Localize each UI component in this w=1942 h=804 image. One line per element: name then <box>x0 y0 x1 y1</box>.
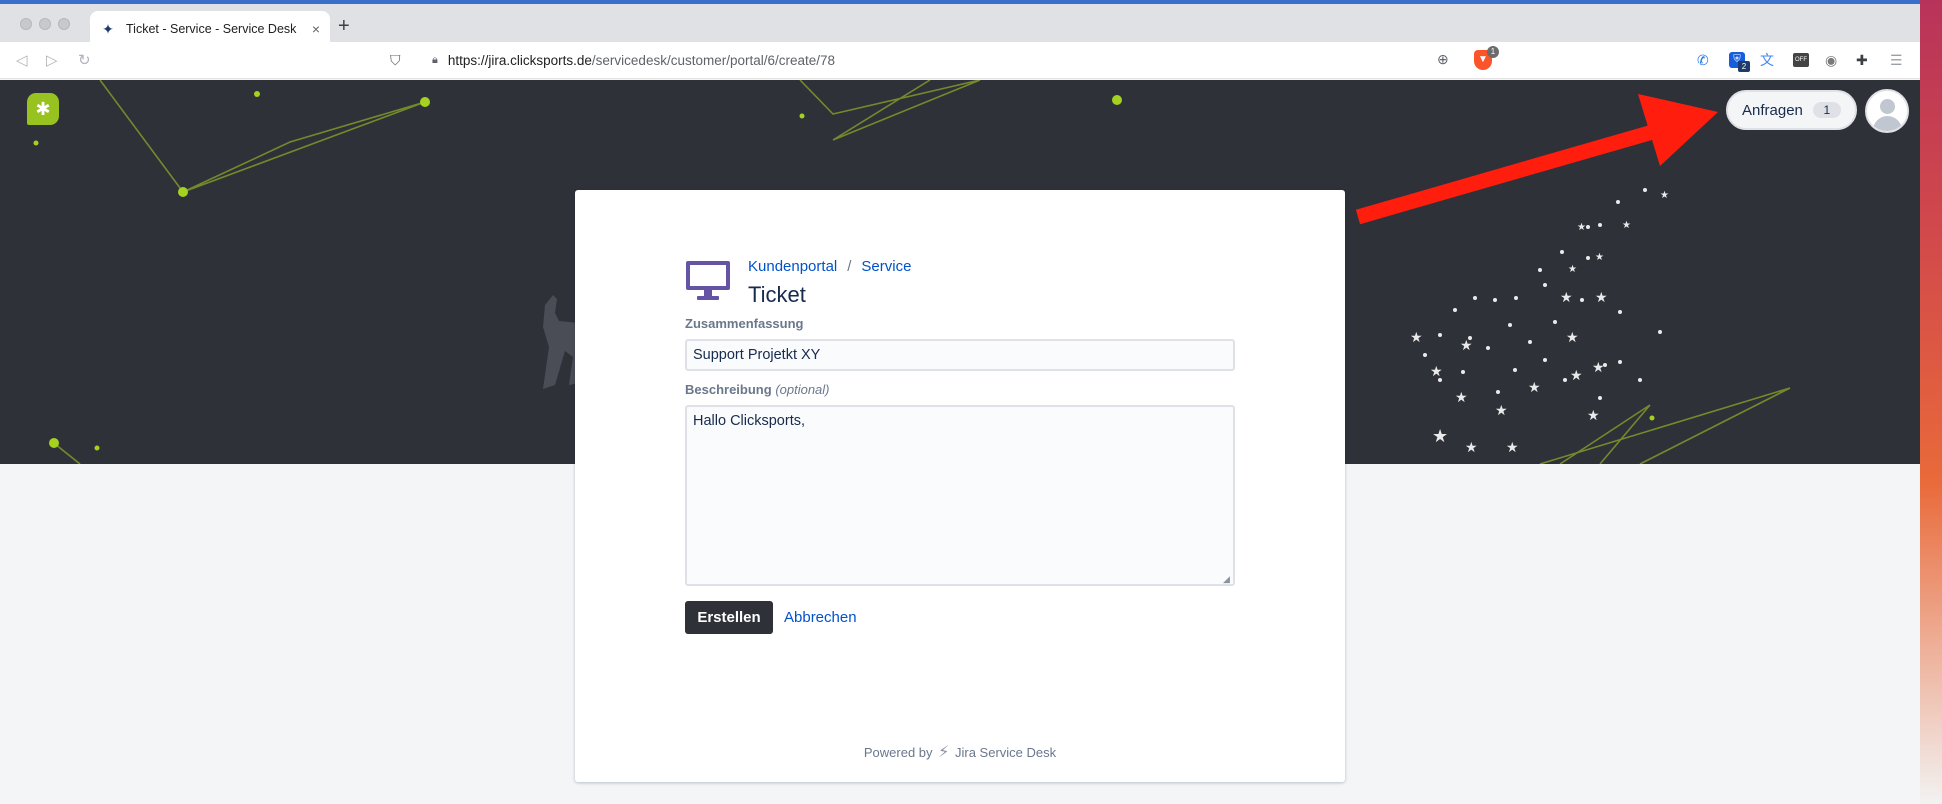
reload-icon[interactable]: ↻ <box>78 51 91 69</box>
svg-text:★: ★ <box>1495 403 1508 419</box>
svg-text:★: ★ <box>1595 252 1604 263</box>
camera-extension-icon[interactable]: ◉ <box>1825 52 1837 68</box>
clicksports-logo-icon[interactable]: ✱ <box>27 93 59 125</box>
breadcrumb-separator: / <box>847 258 852 275</box>
summary-input[interactable] <box>685 339 1235 371</box>
user-avatar[interactable] <box>1865 89 1909 133</box>
window-zoom-dot[interactable] <box>58 18 70 30</box>
svg-text:★: ★ <box>1465 440 1478 456</box>
back-icon[interactable]: ◁ <box>16 51 28 69</box>
translate-extension-icon[interactable]: 文 <box>1760 52 1774 68</box>
window-minimize-dot[interactable] <box>39 18 51 30</box>
svg-text:★: ★ <box>1568 264 1577 275</box>
monitor-icon <box>686 261 730 300</box>
breadcrumb: Kundenportal / Service <box>748 258 911 275</box>
address-bar[interactable]: 🔒︎ https://jira.clicksports.de/servicede… <box>420 47 1498 74</box>
powered-by-text: Powered by <box>863 745 933 760</box>
extensions-puzzle-icon[interactable]: ✚ <box>1856 52 1868 68</box>
svg-text:★: ★ <box>1592 360 1605 376</box>
svg-text:★: ★ <box>1577 222 1586 233</box>
svg-text:★: ★ <box>1587 408 1600 424</box>
jira-favicon-icon: ✦ <box>102 20 114 37</box>
url-path: /servicedesk/customer/portal/6/create/78 <box>591 53 836 68</box>
svg-text:★: ★ <box>1506 440 1519 456</box>
summary-label: Zusammenfassung <box>685 316 804 331</box>
textarea-resize-handle-icon[interactable]: ◢ <box>1223 574 1230 585</box>
svg-text:★: ★ <box>1528 380 1541 396</box>
new-tab-button[interactable]: + <box>338 16 350 36</box>
url-host: https://jira.clicksports.de <box>447 53 592 68</box>
zoom-icon[interactable]: ⊕ <box>1437 51 1449 68</box>
svg-text:★: ★ <box>1660 190 1669 201</box>
requests-button[interactable]: Anfragen 1 <box>1726 90 1857 130</box>
svg-text:★: ★ <box>1432 426 1448 447</box>
off-extension-icon[interactable]: OFF <box>1793 53 1809 67</box>
browser-tab-active[interactable]: ✦ Ticket - Service - Service Desk × <box>90 11 330 46</box>
browser-tab-bar: ✦ Ticket - Service - Service Desk × + <box>0 0 1920 46</box>
window-close-dot[interactable] <box>20 18 32 30</box>
page-title: Ticket <box>748 282 806 307</box>
description-label-text: Beschreibung <box>685 382 772 397</box>
svg-text:★: ★ <box>1455 390 1468 406</box>
forward-icon[interactable]: ▷ <box>46 51 58 69</box>
breadcrumb-service-link[interactable]: Service <box>861 258 911 275</box>
svg-text:★: ★ <box>1410 330 1423 346</box>
cancel-link[interactable]: Abbrechen <box>784 609 857 626</box>
description-label: Beschreibung (optional) <box>685 382 830 397</box>
lock-icon: 🔒︎ <box>432 54 438 66</box>
tab-close-icon[interactable]: × <box>312 21 320 37</box>
tab-title: Ticket - Service - Service Desk <box>126 21 297 36</box>
bitwarden-badge: 2 <box>1738 61 1750 72</box>
powered-by-footer: Powered by ⚡︎ Jira Service Desk <box>575 742 1345 762</box>
requests-label: Anfragen <box>1742 101 1803 119</box>
create-button[interactable]: Erstellen <box>685 601 773 634</box>
description-textarea[interactable]: Hallo Clicksports, <box>685 405 1235 586</box>
request-form-card: Kundenportal / Service Ticket Zusammenfass… <box>575 190 1345 782</box>
svg-text:★: ★ <box>1570 368 1583 384</box>
desktop-background <box>1920 0 1942 804</box>
url-text: https://jira.clicksports.de/servicedesk/… <box>448 53 835 68</box>
svg-text:★: ★ <box>1595 290 1608 306</box>
phone-extension-icon[interactable]: ✆ <box>1697 52 1709 68</box>
svg-text:★: ★ <box>1566 330 1579 346</box>
jira-service-desk-logo-icon: ⚡︎ <box>938 744 950 761</box>
description-optional-hint: (optional) <box>775 382 830 397</box>
brave-shields-badge: 1 <box>1487 46 1499 58</box>
svg-text:★: ★ <box>1560 290 1573 306</box>
browser-menu-icon[interactable]: ☰ <box>1890 52 1903 68</box>
bookmark-icon[interactable]: ⛉ <box>390 52 401 69</box>
svg-text:★: ★ <box>1430 364 1443 380</box>
screen: ✦ Ticket - Service - Service Desk × + ◁ … <box>0 0 1942 804</box>
powered-by-product[interactable]: Jira Service Desk <box>955 745 1056 760</box>
breadcrumb-portal-link[interactable]: Kundenportal <box>748 258 837 275</box>
browser-toolbar: ◁ ▷ ↻ ⛉ 🔒︎ https://jira.clicksports.de/s… <box>0 42 1920 79</box>
svg-text:★: ★ <box>1622 220 1631 231</box>
requests-count-badge: 1 <box>1812 102 1841 118</box>
svg-text:★: ★ <box>1460 338 1473 354</box>
